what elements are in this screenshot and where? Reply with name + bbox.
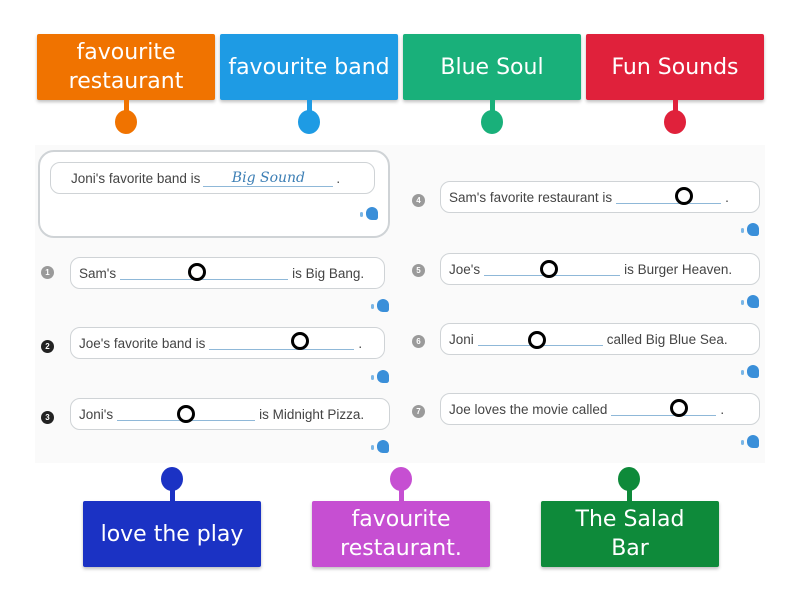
label-text: favourite band xyxy=(228,54,390,80)
item-number: 5 xyxy=(412,264,425,277)
blank-line xyxy=(209,337,355,350)
speaker-icon xyxy=(371,299,389,312)
label-text: love the play xyxy=(100,521,244,547)
sentence-before: Sam's favorite restaurant is xyxy=(449,189,613,205)
sentence-after: is Midnight Pizza. xyxy=(259,406,365,422)
label-text: The Salad Bar xyxy=(575,507,685,561)
label-favourite-restaurant[interactable]: favourite restaurant xyxy=(37,34,215,100)
item-number: 2 xyxy=(41,340,54,353)
label-fun-sounds[interactable]: Fun Sounds xyxy=(586,34,764,100)
sentence-before: Joe loves the movie called xyxy=(449,401,608,417)
speaker-icon xyxy=(371,440,389,453)
drop-target-1[interactable] xyxy=(188,263,206,281)
speaker-icon xyxy=(741,295,759,308)
sentence-before: Joni xyxy=(449,331,474,347)
pin-stem xyxy=(627,488,632,502)
sentence-after: is Burger Heaven. xyxy=(624,261,733,277)
label-text: favourite restaurant. xyxy=(340,507,462,561)
speaker-icon xyxy=(371,370,389,383)
label-love-the-play[interactable]: love the play xyxy=(83,501,261,567)
label-favourite-restaurant-period[interactable]: favourite restaurant. xyxy=(312,501,490,567)
speaker-icon xyxy=(741,223,759,236)
item-number: 7 xyxy=(412,405,425,418)
example-sentence: Joni's favorite band is Big Sound . xyxy=(50,162,375,194)
label-text: Blue Soul xyxy=(440,54,544,80)
sentence-before: Joni's xyxy=(79,406,114,422)
example-box: Joni's favorite band is Big Sound . xyxy=(38,150,390,238)
sentence-after: . xyxy=(725,189,729,205)
pin-dot xyxy=(664,110,686,134)
example-answer: Big Sound xyxy=(203,170,334,187)
drop-target-3[interactable] xyxy=(177,405,195,423)
pin-dot xyxy=(481,110,503,134)
speaker-icon xyxy=(741,435,759,448)
blank-line xyxy=(611,403,717,416)
sentence-1: Sam's is Big Bang. xyxy=(70,257,385,289)
label-favourite-band[interactable]: favourite band xyxy=(220,34,398,100)
sentence-7: Joe loves the movie called. xyxy=(440,393,760,425)
sentence-4: Sam's favorite restaurant is. xyxy=(440,181,760,213)
pin-dot xyxy=(298,110,320,134)
sentence-before: Joe's xyxy=(449,261,481,277)
sentence-3: Joni's is Midnight Pizza. xyxy=(70,398,390,430)
label-blue-soul[interactable]: Blue Soul xyxy=(403,34,581,100)
drop-target-7[interactable] xyxy=(670,399,688,417)
drop-target-5[interactable] xyxy=(540,260,558,278)
sentence-after: called Big Blue Sea. xyxy=(606,331,728,347)
sentence-before: Sam's xyxy=(79,265,117,281)
drop-target-2[interactable] xyxy=(291,332,309,350)
pin-stem xyxy=(170,488,175,502)
speaker-icon xyxy=(741,365,759,378)
item-number: 3 xyxy=(41,411,54,424)
blank-line xyxy=(616,191,722,204)
label-text: Fun Sounds xyxy=(611,54,739,80)
pin-stem xyxy=(399,488,404,502)
sentence-before: Joe's favorite band is xyxy=(79,335,206,351)
label-text: favourite restaurant xyxy=(68,40,184,94)
speaker-icon xyxy=(360,207,378,220)
sentence-before: Joni's favorite band is xyxy=(71,170,201,186)
label-the-salad-bar[interactable]: The Salad Bar xyxy=(541,501,719,567)
item-number: 6 xyxy=(412,335,425,348)
drop-target-4[interactable] xyxy=(675,187,693,205)
sentence-6: Joni called Big Blue Sea. xyxy=(440,323,760,355)
item-number: 1 xyxy=(41,266,54,279)
sentence-after: . xyxy=(336,170,341,186)
drop-target-6[interactable] xyxy=(528,331,546,349)
sentence-after: is Big Bang. xyxy=(292,265,365,281)
sentence-2: Joe's favorite band is. xyxy=(70,327,385,359)
sentence-after: . xyxy=(720,401,725,417)
sentence-after: . xyxy=(358,335,363,351)
pin-dot xyxy=(115,110,137,134)
worksheet-image: Joni's favorite band is Big Sound . 1 Sa… xyxy=(35,145,765,463)
item-number: 4 xyxy=(412,194,425,207)
sentence-5: Joe's is Burger Heaven. xyxy=(440,253,760,285)
